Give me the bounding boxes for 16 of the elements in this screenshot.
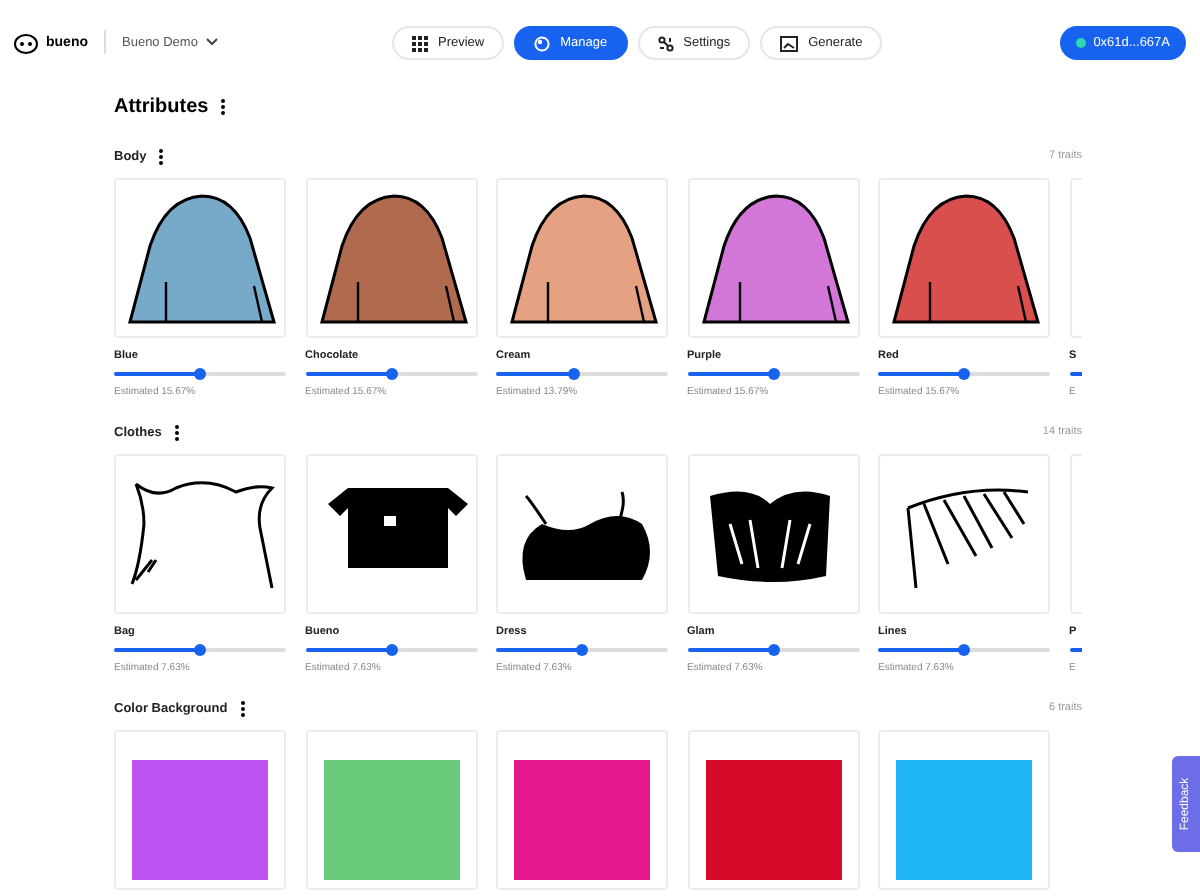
trait-card[interactable] bbox=[114, 178, 286, 338]
trait-card[interactable] bbox=[305, 178, 477, 338]
more-icon[interactable] bbox=[173, 423, 180, 441]
trait-card[interactable] bbox=[687, 178, 859, 338]
image-icon bbox=[780, 35, 799, 51]
chevron-down-icon[interactable] bbox=[205, 38, 218, 46]
grid-icon bbox=[412, 35, 428, 51]
more-icon[interactable] bbox=[220, 97, 227, 115]
more-icon[interactable] bbox=[158, 147, 165, 165]
logo-icon bbox=[14, 31, 38, 53]
more-icon[interactable] bbox=[239, 699, 246, 717]
palette-icon bbox=[534, 35, 551, 51]
trait-card[interactable] bbox=[496, 178, 668, 338]
settings-icon bbox=[657, 35, 674, 51]
trait-card[interactable] bbox=[878, 178, 1050, 338]
page-title: Attributes bbox=[114, 95, 209, 117]
